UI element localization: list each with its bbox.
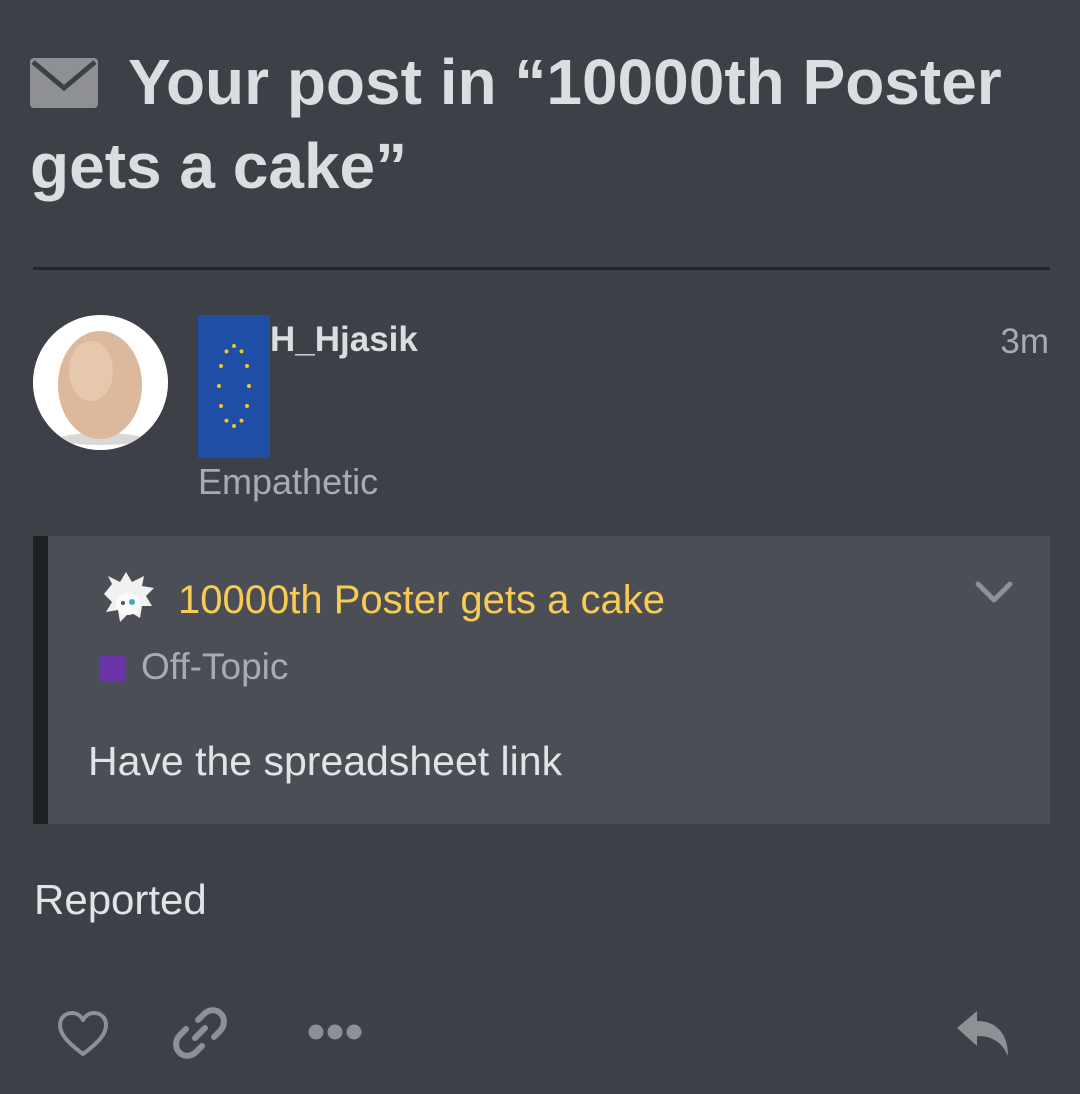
page-title: Your post in “10000th Poster gets a cake… — [30, 40, 1040, 208]
flag-star — [245, 364, 249, 368]
post-time[interactable]: 3m — [1000, 322, 1049, 362]
flag-star — [219, 404, 223, 408]
flag-star — [245, 404, 249, 408]
page-title-text: Your post in “10000th Poster gets a cake… — [30, 46, 1002, 202]
username[interactable]: H_Hjasik — [270, 320, 418, 360]
eu-flag-flair — [198, 315, 270, 458]
envelope-icon — [30, 58, 98, 108]
quote-body: Have the spreadsheet link — [88, 738, 563, 784]
status-text: Reported — [34, 876, 207, 923]
category-color-square — [99, 656, 125, 682]
quote-topic-title[interactable]: 10000th Poster gets a cake — [178, 578, 665, 623]
flag-star — [232, 424, 236, 428]
quote-avatar — [104, 572, 154, 622]
heart-icon[interactable] — [57, 1010, 109, 1058]
flag-star — [219, 364, 223, 368]
user-title: Empathetic — [198, 461, 379, 502]
flag-star — [239, 349, 244, 354]
link-icon[interactable] — [173, 1006, 227, 1060]
flag-star — [224, 418, 229, 423]
flag-star — [232, 344, 236, 348]
avatar[interactable] — [33, 315, 168, 450]
flag-star — [217, 384, 221, 388]
notification-header: Your post in “10000th Poster gets a cake… — [30, 40, 1040, 208]
egg-avatar — [33, 315, 168, 450]
ellipsis-icon[interactable] — [307, 1023, 363, 1041]
flag-star — [224, 349, 229, 354]
category-label[interactable]: Off-Topic — [141, 646, 288, 688]
reply-icon[interactable] — [955, 1008, 1010, 1058]
header-divider — [33, 267, 1050, 270]
quoted-post[interactable]: 10000th Poster gets a cake Off-Topic Hav… — [33, 536, 1050, 824]
flag-star — [239, 418, 244, 423]
chevron-down-icon[interactable] — [974, 580, 1014, 606]
flag-star — [247, 384, 251, 388]
